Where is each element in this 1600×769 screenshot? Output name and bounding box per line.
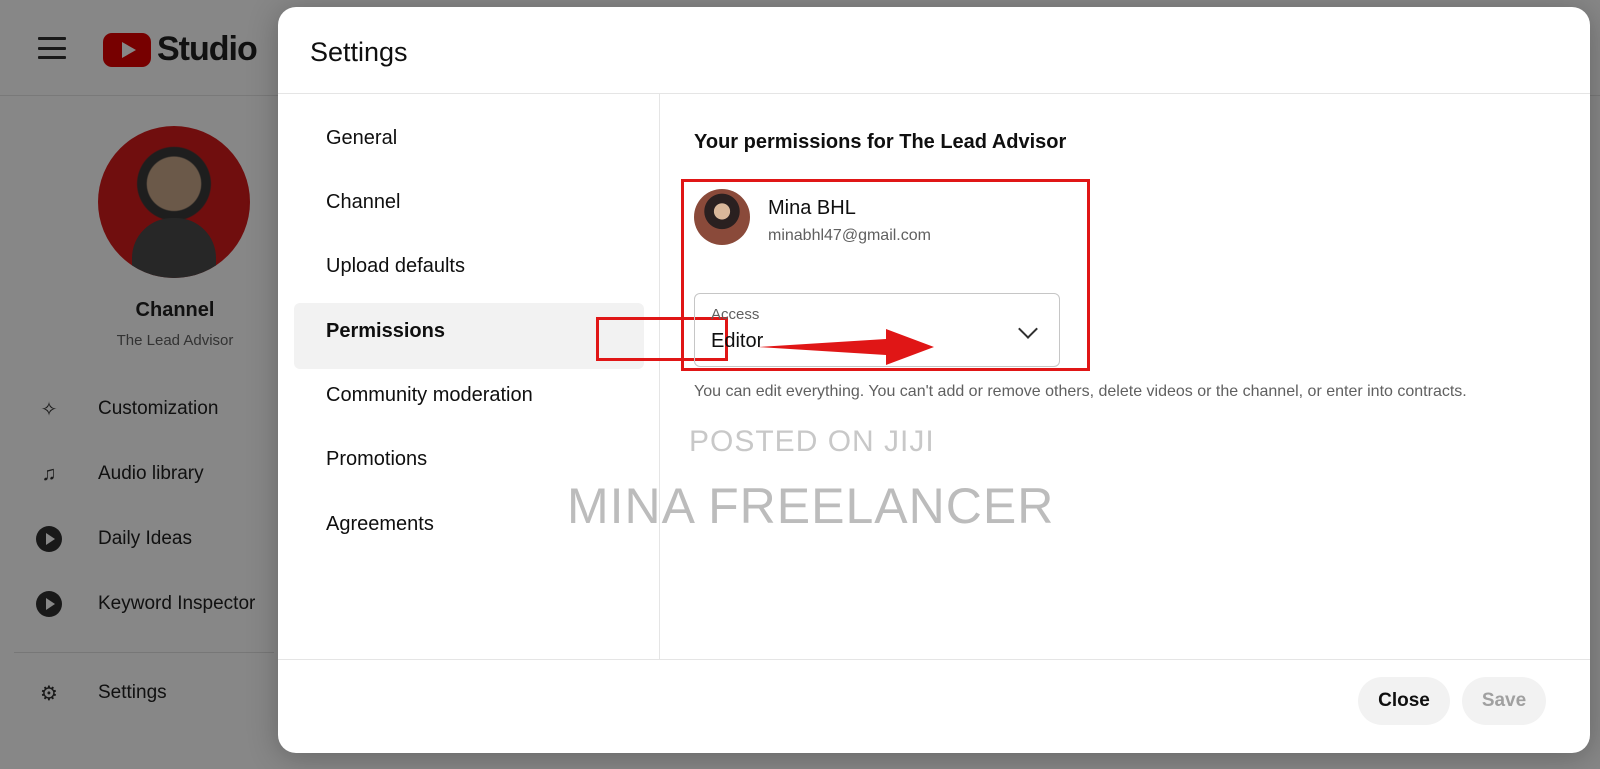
user-email: minabhl47@gmail.com	[768, 227, 931, 244]
access-select[interactable]: Access Editor	[694, 293, 1060, 367]
user-avatar	[694, 189, 750, 245]
permissions-heading: Your permissions for The Lead Advisor	[694, 131, 1067, 153]
dialog-title: Settings	[310, 37, 408, 67]
settings-menu-community-moderation[interactable]: Community moderation	[326, 384, 533, 407]
settings-menu-channel[interactable]: Channel	[326, 191, 401, 214]
watermark-posted: POSTED ON JIJI	[689, 425, 935, 458]
divider	[278, 659, 1590, 660]
settings-menu-promotions[interactable]: Promotions	[326, 448, 427, 471]
divider	[278, 93, 1590, 94]
divider	[659, 93, 660, 659]
watermark-freelancer: MINA FREELANCER	[567, 478, 1055, 534]
settings-menu-agreements[interactable]: Agreements	[326, 513, 434, 536]
access-description: You can edit everything. You can't add o…	[694, 383, 1467, 400]
user-name: Mina BHL	[768, 197, 856, 219]
settings-menu-permissions[interactable]: Permissions	[326, 320, 445, 343]
save-button[interactable]: Save	[1462, 677, 1546, 725]
settings-dialog: Settings General Channel Upload defaults…	[278, 7, 1590, 753]
settings-menu-upload-defaults[interactable]: Upload defaults	[326, 255, 465, 278]
chevron-down-icon	[1018, 319, 1038, 339]
close-button[interactable]: Close	[1358, 677, 1450, 725]
access-label: Access	[711, 306, 760, 323]
settings-menu-general[interactable]: General	[326, 127, 397, 150]
access-value: Editor	[711, 330, 764, 352]
